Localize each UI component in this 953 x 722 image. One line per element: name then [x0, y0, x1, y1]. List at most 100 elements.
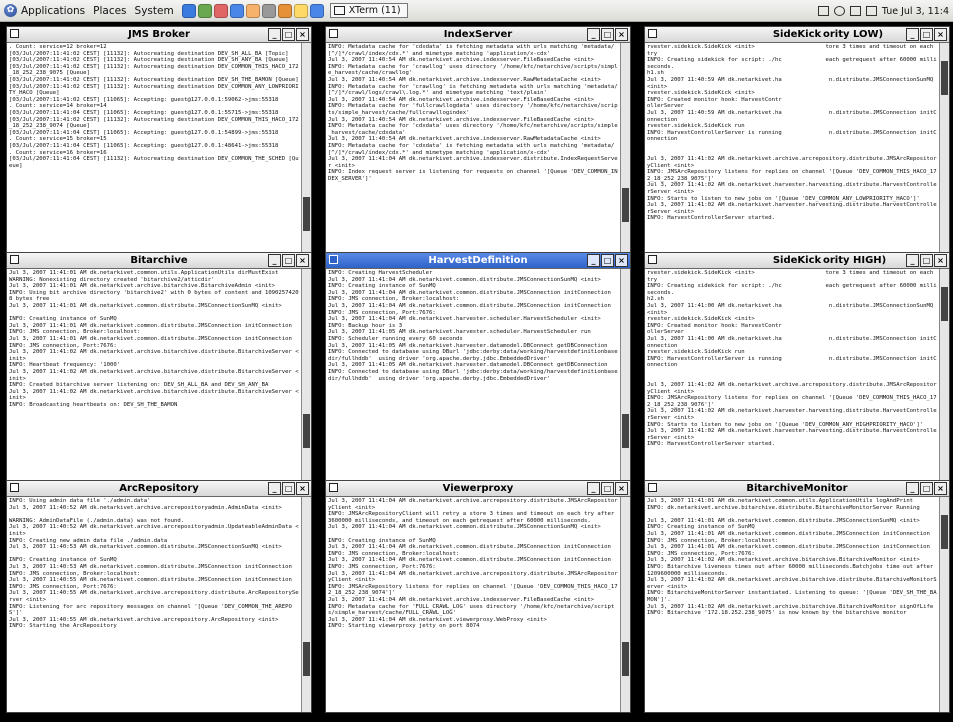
mail-launcher-icon[interactable]: [197, 3, 212, 18]
terminal-output[interactable]: Jul 3, 2007 11:41:01 AM dk.netarkivet.co…: [7, 269, 302, 484]
maximize-icon[interactable]: □: [920, 482, 933, 495]
editor-launcher-icon[interactable]: [277, 3, 292, 18]
minimize-icon[interactable]: _: [268, 28, 281, 41]
xterm-window[interactable]: ArcRepository _ □ × INFO: Using admin data f…: [6, 480, 312, 713]
window-menu-icon[interactable]: [648, 255, 657, 264]
window-titlebar[interactable]: IndexServer _ □ ×: [326, 27, 630, 43]
minimize-icon[interactable]: _: [906, 28, 919, 41]
window-titlebar[interactable]: ArcRepository _ □ ×: [7, 481, 311, 497]
terminal-output[interactable]: . Count: service=12 broker=12 [03/Jul/20…: [7, 43, 302, 258]
scrollbar[interactable]: [939, 43, 949, 258]
window-menu-icon[interactable]: [329, 483, 338, 492]
network-launcher-icon[interactable]: [229, 3, 244, 18]
window-menu-icon[interactable]: [648, 483, 657, 492]
window-titlebar[interactable]: Bitarchive _ □ ×: [7, 253, 311, 269]
maximize-icon[interactable]: □: [282, 482, 295, 495]
app-launcher-icon[interactable]: [213, 3, 228, 18]
scrollbar-thumb[interactable]: [941, 515, 948, 549]
minimize-icon[interactable]: _: [587, 28, 600, 41]
window-menu-icon[interactable]: [10, 255, 19, 264]
help-launcher-icon[interactable]: [309, 3, 324, 18]
xterm-window[interactable]: SideKick ority LOW) _ □ × rvester.sidekick.Si…: [644, 26, 950, 259]
scrollbar-thumb[interactable]: [303, 197, 310, 231]
scrollbar[interactable]: [620, 497, 630, 712]
terminal-output[interactable]: rvester.sidekick.SideKick <init> tore 3 …: [645, 269, 940, 484]
window-menu-icon[interactable]: [10, 29, 19, 38]
xterm-window[interactable]: Bitarchive _ □ × Jul 3, 2007 11:41:01 AM dk.…: [6, 252, 312, 485]
window-menu-icon[interactable]: [329, 29, 338, 38]
terminal-output[interactable]: INFO: Using admin data file './admin.dat…: [7, 497, 302, 712]
scrollbar[interactable]: [301, 43, 311, 258]
scrollbar-thumb[interactable]: [941, 61, 948, 95]
scrollbar[interactable]: [939, 497, 949, 712]
xterm-window[interactable]: IndexServer _ □ × INFO: Metadata cache for '…: [325, 26, 631, 259]
close-icon[interactable]: ×: [615, 482, 628, 495]
minimize-icon[interactable]: _: [587, 254, 600, 267]
maximize-icon[interactable]: □: [601, 254, 614, 267]
scrollbar-thumb[interactable]: [303, 414, 310, 448]
xterm-window[interactable]: JMS Broker _ □ × . Count: service=12 broker=…: [6, 26, 312, 259]
close-icon[interactable]: ×: [296, 28, 309, 41]
menu-places[interactable]: Places: [93, 5, 126, 17]
notes-launcher-icon[interactable]: [293, 3, 308, 18]
terminal-output[interactable]: Jul 3, 2007 11:41:04 AM dk.netarkivet.ar…: [326, 497, 621, 712]
maximize-icon[interactable]: □: [601, 28, 614, 41]
xterm-window[interactable]: Viewerproxy _ □ × Jul 3, 2007 11:41:04 AM dk…: [325, 480, 631, 713]
close-icon[interactable]: ×: [934, 28, 947, 41]
scrollbar-thumb[interactable]: [622, 188, 629, 222]
window-titlebar[interactable]: BitarchiveMonitor _ □ ×: [645, 481, 949, 497]
scrollbar-thumb[interactable]: [622, 414, 629, 448]
maximize-icon[interactable]: □: [282, 254, 295, 267]
scrollbar-thumb[interactable]: [622, 642, 629, 676]
xterm-window[interactable]: SideKick ority HIGH) _ □ × rvester.sidekick.S…: [644, 252, 950, 485]
scrollbar-thumb[interactable]: [303, 642, 310, 676]
close-icon[interactable]: ×: [615, 28, 628, 41]
maximize-icon[interactable]: □: [282, 28, 295, 41]
close-icon[interactable]: ×: [615, 254, 628, 267]
maximize-icon[interactable]: □: [920, 28, 933, 41]
window-titlebar[interactable]: HarvestDefinition _ □ ×: [326, 253, 630, 269]
terminal-output[interactable]: INFO: Metadata cache for 'cdxdata' is fe…: [326, 43, 621, 258]
scrollbar[interactable]: [301, 269, 311, 484]
window-titlebar[interactable]: Viewerproxy _ □ ×: [326, 481, 630, 497]
terminal-output[interactable]: INFO: Creating HarvestScheduler Jul 3, 2…: [326, 269, 621, 484]
window-titlebar[interactable]: JMS Broker _ □ ×: [7, 27, 311, 43]
network-icon[interactable]: [865, 6, 877, 16]
menu-applications[interactable]: Applications: [21, 5, 85, 17]
xterm-window[interactable]: BitarchiveMonitor _ □ × Jul 3, 2007 11:41:01…: [644, 480, 950, 713]
mute-icon[interactable]: [833, 6, 845, 16]
maximize-icon[interactable]: □: [601, 482, 614, 495]
gnome-foot-icon[interactable]: ✿: [4, 4, 17, 17]
terminal-output[interactable]: Jul 3, 2007 11:41:01 AM dk.netarkivet.co…: [645, 497, 940, 712]
screen-icon[interactable]: [817, 6, 829, 16]
window-titlebar[interactable]: SideKick ority HIGH) _ □ ×: [645, 253, 949, 269]
close-icon[interactable]: ×: [934, 482, 947, 495]
minimize-icon[interactable]: _: [268, 482, 281, 495]
maximize-icon[interactable]: □: [920, 254, 933, 267]
window-menu-icon[interactable]: [329, 255, 338, 264]
settings-launcher-icon[interactable]: [245, 3, 260, 18]
scrollbar[interactable]: [939, 269, 949, 484]
scrollbar[interactable]: [301, 497, 311, 712]
volume-icon[interactable]: [849, 6, 861, 16]
window-titlebar[interactable]: SideKick ority LOW) _ □ ×: [645, 27, 949, 43]
terminal-launcher-icon[interactable]: [261, 3, 276, 18]
scrollbar[interactable]: [620, 269, 630, 484]
close-icon[interactable]: ×: [934, 254, 947, 267]
close-icon[interactable]: ×: [296, 254, 309, 267]
close-icon[interactable]: ×: [296, 482, 309, 495]
scrollbar-thumb[interactable]: [941, 287, 948, 321]
taskbar-xterm-button[interactable]: XTerm (11): [329, 3, 408, 18]
clock[interactable]: Tue Jul 3, 11:4: [882, 6, 949, 17]
browser-launcher-icon[interactable]: [181, 3, 196, 18]
minimize-icon[interactable]: _: [906, 254, 919, 267]
window-menu-icon[interactable]: [648, 29, 657, 38]
window-menu-icon[interactable]: [10, 483, 19, 492]
terminal-output[interactable]: rvester.sidekick.SideKick <init> tore 3 …: [645, 43, 940, 258]
scrollbar[interactable]: [620, 43, 630, 258]
minimize-icon[interactable]: _: [906, 482, 919, 495]
menu-system[interactable]: System: [135, 5, 174, 17]
minimize-icon[interactable]: _: [268, 254, 281, 267]
xterm-window[interactable]: HarvestDefinition _ □ × INFO: Creating Harve…: [325, 252, 631, 485]
minimize-icon[interactable]: _: [587, 482, 600, 495]
